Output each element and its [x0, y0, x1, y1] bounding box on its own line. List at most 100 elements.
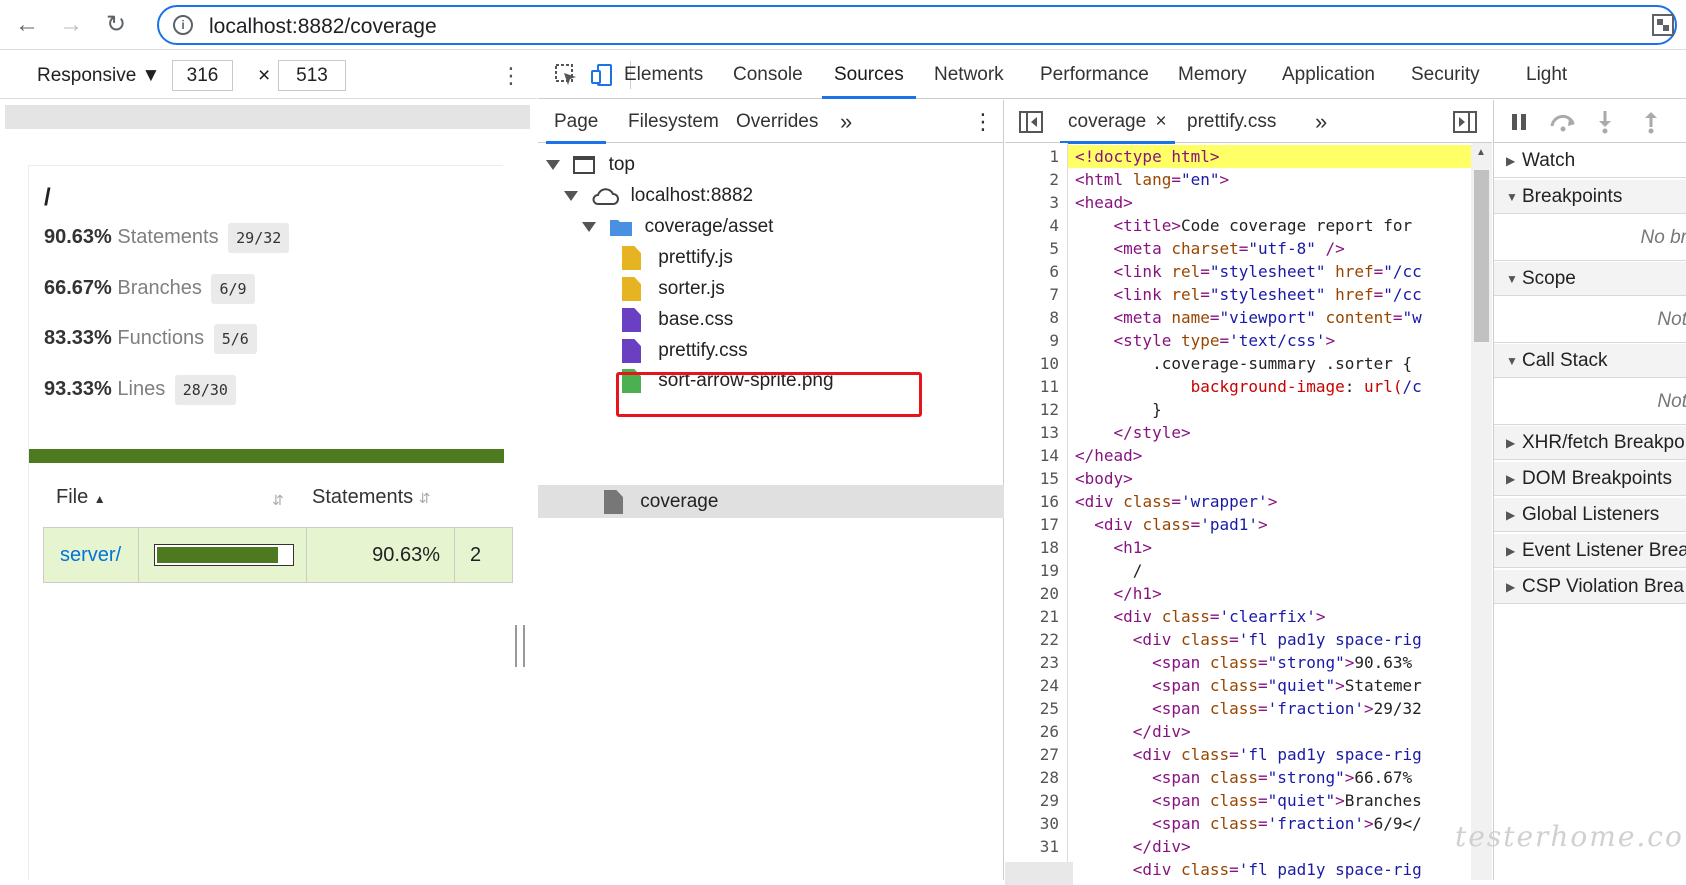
- device-mode-select[interactable]: Responsive ▼: [37, 65, 160, 87]
- qr-code-icon[interactable]: [1652, 14, 1674, 36]
- editor-tab-coverage[interactable]: coverage ×: [1060, 100, 1175, 144]
- line-number[interactable]: 24: [1040, 674, 1059, 697]
- tab-lighthouse[interactable]: Light: [1526, 51, 1567, 99]
- section-call-stack[interactable]: ▼ Call Stack: [1494, 344, 1686, 378]
- tab-elements[interactable]: Elements: [624, 51, 703, 99]
- tree-file-prettify-css[interactable]: prettify.css: [622, 334, 748, 367]
- tree-file-coverage[interactable]: coverage: [604, 485, 718, 518]
- tree-file-prettify-js[interactable]: prettify.js: [622, 241, 733, 274]
- line-number[interactable]: 17: [1040, 513, 1059, 536]
- tab-sources[interactable]: Sources: [822, 51, 916, 99]
- line-number[interactable]: 22: [1040, 628, 1059, 651]
- line-number[interactable]: 16: [1040, 490, 1059, 513]
- line-number[interactable]: 25: [1040, 697, 1059, 720]
- editor-tab-prettify-css[interactable]: prettify.css: [1187, 100, 1276, 143]
- section-csp-violation-breakpoints[interactable]: ▶ CSP Violation Brea: [1494, 570, 1686, 604]
- line-number[interactable]: 28: [1040, 766, 1059, 789]
- line-number[interactable]: 6: [1049, 260, 1059, 283]
- line-number[interactable]: 29: [1040, 789, 1059, 812]
- tab-page[interactable]: Page: [545, 100, 607, 144]
- media-query-bar[interactable]: [5, 105, 530, 129]
- section-breakpoints[interactable]: ▼ Breakpoints: [1494, 180, 1686, 214]
- tree-file-base-css[interactable]: base.css: [622, 303, 733, 336]
- tab-console[interactable]: Console: [733, 51, 803, 99]
- line-number[interactable]: 11: [1040, 375, 1059, 398]
- forward-icon[interactable]: →: [56, 10, 86, 40]
- line-number[interactable]: 14: [1040, 444, 1059, 467]
- line-number[interactable]: 5: [1049, 237, 1059, 260]
- tab-memory[interactable]: Memory: [1178, 51, 1247, 99]
- line-number[interactable]: 12: [1040, 398, 1059, 421]
- step-over-icon[interactable]: [1549, 112, 1577, 132]
- toggle-debugger-icon[interactable]: [1453, 111, 1477, 133]
- height-input[interactable]: 513: [278, 60, 346, 91]
- address-bar[interactable]: i localhost:8882/coverage: [157, 5, 1677, 45]
- tree-node-folder[interactable]: coverage/asset: [582, 210, 773, 243]
- line-number[interactable]: 23: [1040, 651, 1059, 674]
- url-text[interactable]: localhost:8882/coverage: [209, 15, 437, 39]
- line-number[interactable]: 2: [1049, 168, 1059, 191]
- section-dom-breakpoints[interactable]: ▶ DOM Breakpoints: [1494, 462, 1686, 496]
- line-number[interactable]: 18: [1040, 536, 1059, 559]
- pause-icon[interactable]: [1510, 112, 1528, 132]
- more-tabs-icon[interactable]: »: [1315, 100, 1327, 143]
- inspect-element-icon[interactable]: [554, 63, 578, 87]
- navigator-menu-icon[interactable]: ⋮: [972, 100, 994, 143]
- column-header-statements[interactable]: Statements ⇵: [312, 486, 430, 509]
- column-header-file[interactable]: File ▲: [56, 486, 106, 509]
- sort-icon[interactable]: ⇵: [272, 492, 284, 509]
- file-link[interactable]: server/: [44, 528, 139, 582]
- info-icon[interactable]: i: [173, 15, 193, 35]
- tab-application[interactable]: Application: [1282, 51, 1375, 99]
- line-number[interactable]: 8: [1049, 306, 1059, 329]
- line-number[interactable]: 13: [1040, 421, 1059, 444]
- line-number[interactable]: 15: [1040, 467, 1059, 490]
- line-number[interactable]: 26: [1040, 720, 1059, 743]
- line-number[interactable]: 21: [1040, 605, 1059, 628]
- line-gutter[interactable]: 1 2 3 4 5 6 7 8 9 10 11 12 13 14 15 16 17 18 19 20 21 22 23 24 2…: [1005, 143, 1068, 880]
- section-scope[interactable]: ▼ Scope: [1494, 262, 1686, 296]
- line-number[interactable]: 30: [1040, 812, 1059, 835]
- section-global-listeners[interactable]: ▶ Global Listeners: [1494, 498, 1686, 532]
- tree-node-host[interactable]: localhost:8882: [564, 179, 753, 212]
- expanded-triangle-icon[interactable]: [564, 190, 578, 201]
- devtools-toolbar: Elements Console Sources Network Perform…: [538, 51, 1686, 99]
- tree-file-sorter-js[interactable]: sorter.js: [622, 272, 725, 305]
- toggle-navigator-icon[interactable]: [1019, 111, 1043, 133]
- section-watch[interactable]: ▶ Watch: [1494, 144, 1686, 178]
- width-input[interactable]: 316: [172, 60, 233, 91]
- editor-scrollbar[interactable]: ▲: [1471, 143, 1492, 880]
- line-number[interactable]: 1: [1049, 145, 1059, 168]
- scroll-up-icon[interactable]: ▲: [1476, 147, 1486, 158]
- line-number[interactable]: 3: [1049, 191, 1059, 214]
- more-options-icon[interactable]: ⋮: [500, 63, 522, 89]
- line-number[interactable]: 4: [1049, 214, 1059, 237]
- scrollbar-thumb[interactable]: [1474, 170, 1489, 342]
- section-xhr-breakpoints[interactable]: ▶ XHR/fetch Breakpo: [1494, 426, 1686, 460]
- tab-network[interactable]: Network: [934, 51, 1004, 99]
- line-number[interactable]: 10: [1040, 352, 1059, 375]
- section-event-listener-breakpoints[interactable]: ▶ Event Listener Brea: [1494, 534, 1686, 568]
- tree-node-top[interactable]: top: [546, 148, 635, 181]
- tab-performance[interactable]: Performance: [1040, 51, 1149, 99]
- resize-handle[interactable]: [515, 625, 525, 667]
- back-icon[interactable]: ←: [12, 10, 42, 40]
- close-icon[interactable]: ×: [1155, 111, 1166, 132]
- reload-icon[interactable]: ↻: [101, 10, 131, 40]
- tab-filesystem[interactable]: Filesystem: [628, 100, 719, 143]
- device-toggle-icon[interactable]: [590, 63, 614, 87]
- more-tabs-icon[interactable]: »: [840, 100, 852, 143]
- line-number[interactable]: 31: [1040, 835, 1059, 858]
- source-code[interactable]: <!doctype html> <html lang="en"> <head> …: [1075, 143, 1471, 880]
- expanded-triangle-icon[interactable]: [582, 221, 596, 232]
- line-number[interactable]: 20: [1040, 582, 1059, 605]
- tab-security[interactable]: Security: [1411, 51, 1480, 99]
- step-into-icon[interactable]: [1597, 110, 1613, 134]
- tab-overrides[interactable]: Overrides: [736, 100, 818, 143]
- step-out-icon[interactable]: [1643, 110, 1659, 134]
- line-number[interactable]: 27: [1040, 743, 1059, 766]
- line-number[interactable]: 9: [1049, 329, 1059, 352]
- line-number[interactable]: 19: [1040, 559, 1059, 582]
- expanded-triangle-icon[interactable]: [546, 159, 560, 170]
- line-number[interactable]: 7: [1049, 283, 1059, 306]
